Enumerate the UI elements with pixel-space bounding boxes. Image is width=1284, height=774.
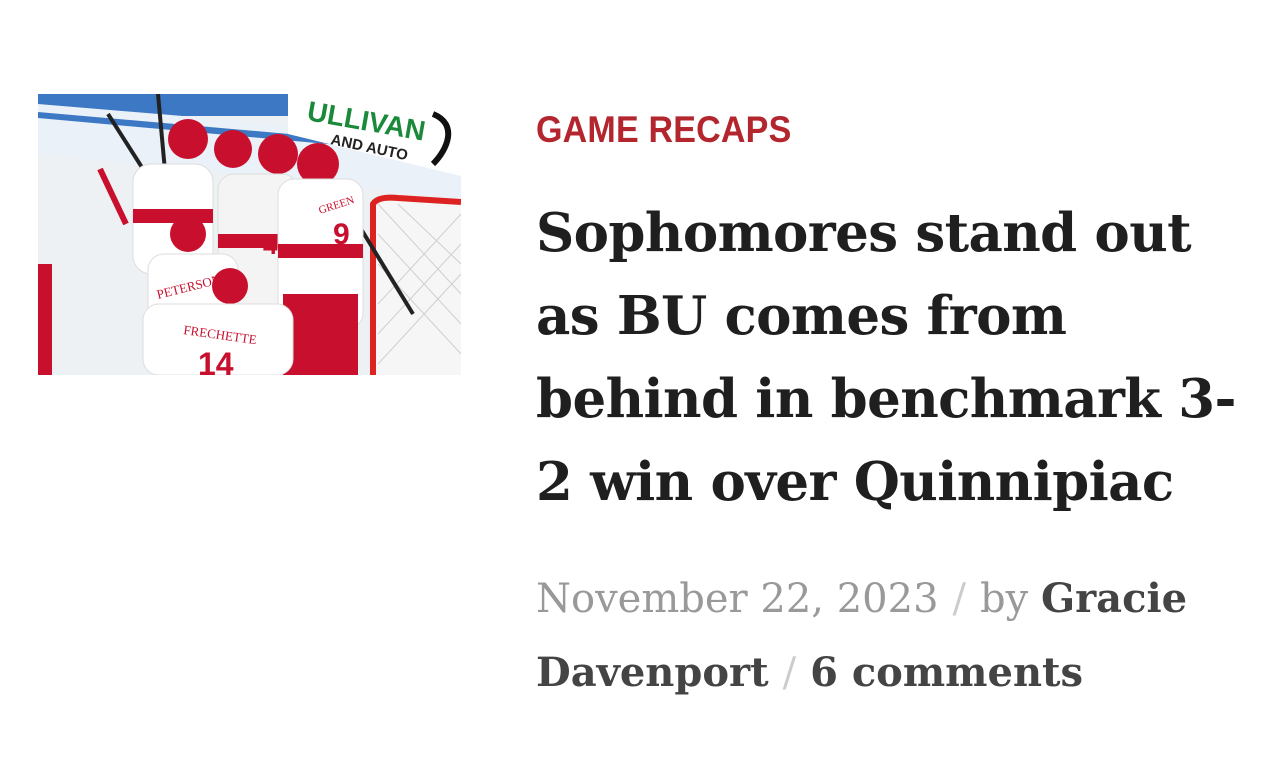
article-headline: Sophomores stand out as BU comes from be… <box>536 192 1256 524</box>
article-content: GAME RECAPS Sophomores stand out as BU c… <box>536 104 1256 710</box>
post-date: November 22, 2023 <box>536 576 939 622</box>
meta-separator: / <box>952 576 967 622</box>
comments-link[interactable]: 6 comments <box>810 649 1083 696</box>
article-card: ULLIVAN AND AUTO GREEN 9 4 PETERSON FREC… <box>0 0 1284 774</box>
by-label: by <box>980 576 1029 622</box>
headline-link[interactable]: Sophomores stand out as BU comes from be… <box>536 202 1237 513</box>
jersey-number-14: 14 <box>198 346 234 375</box>
hockey-celebration-image: ULLIVAN AND AUTO GREEN 9 4 PETERSON FREC… <box>38 94 461 375</box>
jersey-number-4: 4 <box>263 230 278 260</box>
jersey-number-9: 9 <box>333 218 350 251</box>
category-link[interactable]: GAME RECAPS <box>536 104 791 156</box>
meta-separator: / <box>782 650 797 696</box>
article-thumbnail[interactable]: ULLIVAN AND AUTO GREEN 9 4 PETERSON FREC… <box>38 94 461 375</box>
article-meta: November 22, 2023/by Gracie Davenport/6 … <box>536 562 1236 710</box>
